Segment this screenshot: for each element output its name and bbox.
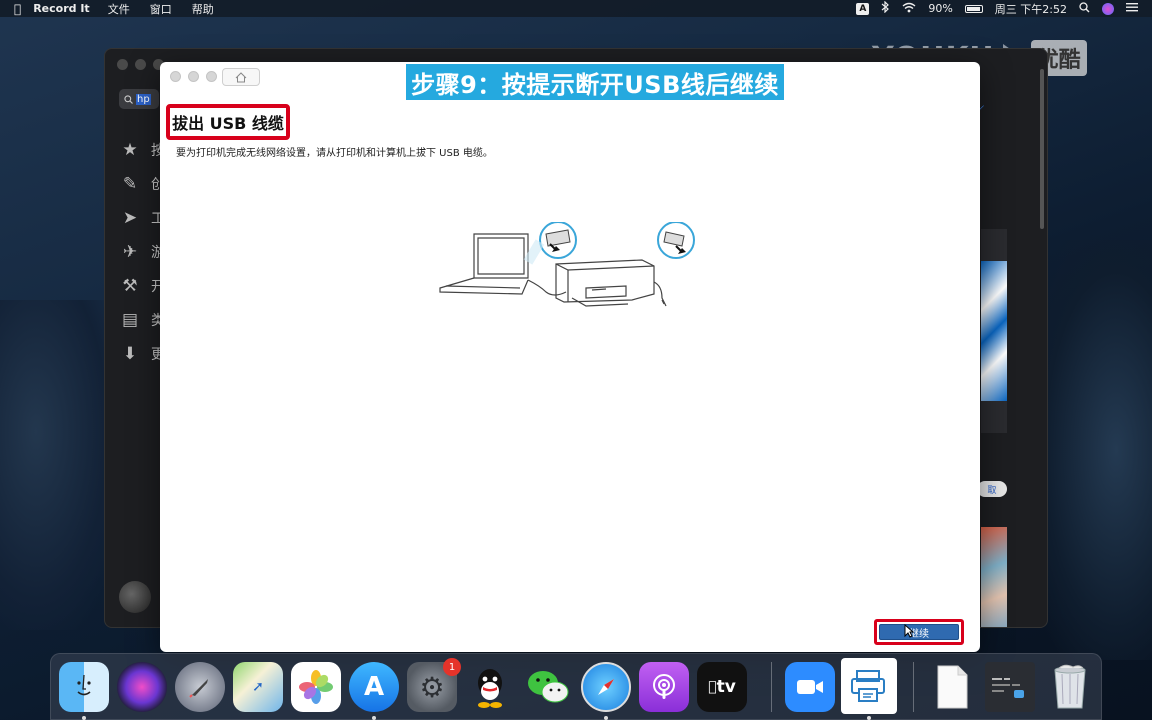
- menu-bar:  Record It 文件 窗口 帮助 A 90% 周三 下午2:52: [0, 0, 1152, 17]
- hp-smart-icon[interactable]: [841, 658, 897, 714]
- star-icon: ★: [122, 140, 138, 160]
- safari-icon[interactable]: [581, 662, 631, 712]
- brush-icon: ✎: [122, 174, 138, 194]
- hp-logo-image: [981, 261, 1007, 401]
- maps-icon[interactable]: ➚: [233, 662, 283, 712]
- apple-tv-label: tv: [712, 677, 736, 697]
- sidebar-item-updates[interactable]: ⬇ 更: [119, 337, 165, 371]
- siri-menu-icon[interactable]: [1102, 2, 1114, 15]
- clock[interactable]: 周三 下午2:52: [995, 1, 1067, 17]
- paper-plane-icon: ➤: [122, 208, 138, 228]
- wallpaper-rock-left: [0, 300, 120, 630]
- system-preferences-icon[interactable]: ⚙ 1: [407, 658, 461, 712]
- notification-badge: 1: [443, 658, 461, 676]
- apple-tv-icon[interactable]: tv: [697, 662, 747, 712]
- avatar[interactable]: [119, 581, 151, 613]
- bg-window-controls: [117, 59, 164, 70]
- launchpad-icon[interactable]: [175, 662, 225, 712]
- hp-smart-running-indicator: [867, 716, 871, 720]
- rocket-icon: ✈: [122, 242, 138, 262]
- bg-close-button[interactable]: [117, 59, 128, 70]
- sidebar-item-create[interactable]: ✎ 创: [119, 167, 165, 201]
- qq-icon[interactable]: [465, 662, 515, 712]
- bg-artwork-image: [981, 527, 1007, 627]
- bg-minimize-button[interactable]: [135, 59, 146, 70]
- hammer-icon: ⚒: [122, 276, 138, 296]
- sidebar-item-develop[interactable]: ⚒ 开: [119, 269, 165, 303]
- control-center-icon[interactable]: [1126, 2, 1138, 15]
- wifi-icon[interactable]: [902, 2, 916, 16]
- document-icon[interactable]: [927, 662, 977, 712]
- sidebar-item-games[interactable]: ✈ 游: [119, 235, 165, 269]
- app-name-menu[interactable]: Record It: [21, 2, 98, 15]
- sidebar-item-work[interactable]: ➤ 工: [119, 201, 165, 235]
- dock: ➚ A ⚙ 1 tv: [50, 653, 1102, 720]
- title-highlight-box: 拔出 USB 线缆: [166, 104, 290, 140]
- finder-icon[interactable]: [59, 662, 109, 712]
- zoom-icon[interactable]: [785, 662, 835, 712]
- instruction-text: 要为打印机完成无线网络设置，请从打印机和计算机上拔下 USB 电缆。: [176, 148, 493, 159]
- bg-get-button[interactable]: 取: [977, 481, 1007, 497]
- home-icon: [235, 71, 247, 82]
- sidebar-item-discover[interactable]: ★ 按: [119, 133, 165, 167]
- minimize-button[interactable]: [188, 71, 199, 82]
- zoom-button[interactable]: [206, 71, 217, 82]
- battery-icon[interactable]: [964, 4, 983, 13]
- screenshot-icon[interactable]: [985, 662, 1035, 712]
- close-button[interactable]: [170, 71, 181, 82]
- download-icon: ⬇: [122, 344, 138, 364]
- hp-window-controls: [170, 71, 217, 82]
- battery-percent: 90%: [928, 2, 953, 15]
- app-store-icon[interactable]: A: [349, 662, 399, 712]
- sidebar-item-categories[interactable]: ▤ 类: [119, 303, 165, 337]
- bg-scrollbar[interactable]: [1040, 69, 1044, 229]
- dock-separator: [913, 662, 914, 712]
- wechat-icon[interactable]: [523, 662, 573, 712]
- bg-sidebar: ★ 按 ✎ 创 ➤ 工 ✈ 游 ⚒ 开 ▤ 类 ⬇ 更: [119, 133, 165, 371]
- page-title: 拔出 USB 线缆: [172, 114, 284, 133]
- hp-setup-window: 步骤9：按提示断开USB线后继续 拔出 USB 线缆 要为打印机完成无线网络设置…: [160, 62, 980, 652]
- bg-search-field[interactable]: hp: [119, 89, 159, 109]
- podcasts-icon[interactable]: [639, 662, 689, 712]
- categories-icon: ▤: [121, 310, 139, 330]
- continue-highlight-box: 继续: [874, 619, 964, 645]
- safari-running-indicator: [604, 716, 608, 720]
- siri-icon[interactable]: [117, 662, 167, 712]
- unplug-usb-illustration: [439, 222, 695, 307]
- finder-running-indicator: [82, 716, 86, 720]
- bluetooth-icon[interactable]: [881, 0, 890, 16]
- trash-icon[interactable]: [1045, 662, 1095, 712]
- continue-button[interactable]: 继续: [879, 624, 959, 640]
- menu-file[interactable]: 文件: [98, 1, 140, 17]
- home-button[interactable]: [222, 68, 260, 86]
- apple-menu-icon[interactable]: : [14, 2, 21, 16]
- dock-separator: [771, 662, 772, 712]
- mouse-cursor-icon: [904, 624, 914, 638]
- search-text: hp: [136, 93, 151, 105]
- photos-icon[interactable]: [291, 662, 341, 712]
- spotlight-search-icon[interactable]: [1079, 1, 1090, 16]
- search-icon: [124, 94, 133, 104]
- wallpaper-rock-right: [1032, 240, 1152, 660]
- step-banner: 步骤9：按提示断开USB线后继续: [406, 64, 784, 100]
- app-store-running-indicator: [372, 716, 376, 720]
- menu-help[interactable]: 帮助: [182, 1, 224, 17]
- input-source-icon[interactable]: A: [856, 2, 870, 15]
- menu-window[interactable]: 窗口: [140, 1, 182, 17]
